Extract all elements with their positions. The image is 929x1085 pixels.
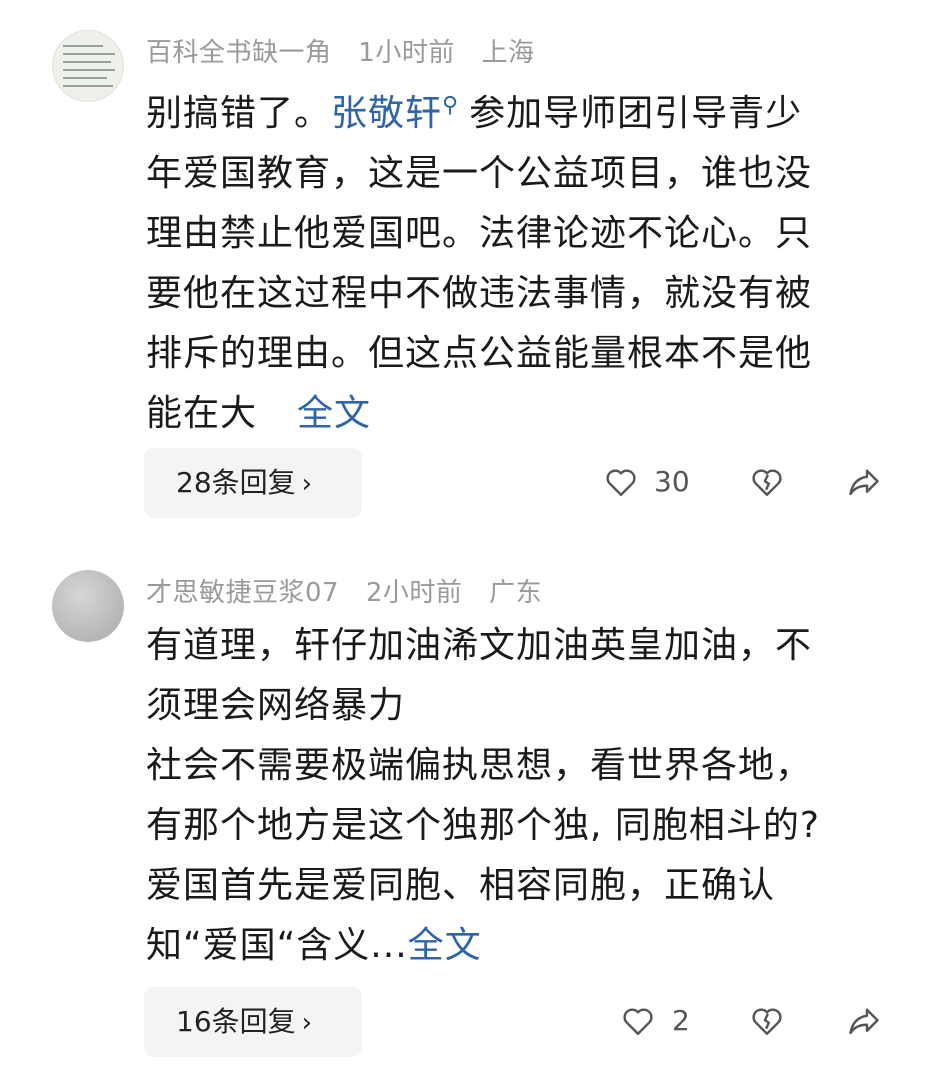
heart-outline-icon: [623, 1008, 653, 1035]
comment-text: 须理会网络暴力: [146, 685, 406, 726]
broken-heart-icon: [752, 1008, 782, 1035]
comment-body: 别搞错了。张敬轩⚲ 参加导师团引导青少 年爱国教育，这是一个公益项目，谁也没 理由…: [146, 76, 896, 444]
like-button[interactable]: [620, 1003, 656, 1043]
comment-meta: 百科全书缺一角 1小时前 上海: [146, 32, 553, 69]
expand-full-text-link[interactable]: 全文: [408, 925, 482, 966]
comment-text: 参加导师团引导青少: [469, 93, 803, 134]
author-name[interactable]: 才思敏捷豆浆07: [146, 578, 339, 608]
comment-text: 能在大: [146, 393, 258, 434]
user-avatar[interactable]: [52, 30, 124, 102]
comment-text: 有道理，轩仔加油浠文加油英皇加油，不: [146, 625, 813, 666]
comment-text: 年爱国教育，这是一个公益项目，谁也没: [146, 153, 813, 194]
share-arrow-icon: [849, 1008, 879, 1035]
chevron-right-icon: ›: [301, 1008, 313, 1038]
user-avatar[interactable]: [52, 570, 124, 642]
expand-full-text-link[interactable]: 全文: [297, 393, 371, 434]
author-name[interactable]: 百科全书缺一角: [146, 38, 332, 68]
share-arrow-icon: [849, 469, 879, 496]
view-replies-button[interactable]: 28条回复 ›: [144, 448, 362, 518]
text-fade: [257, 397, 298, 433]
view-replies-button[interactable]: 16条回复 ›: [144, 987, 362, 1057]
comment-text: 别搞错了。: [146, 93, 332, 134]
search-icon: ⚲: [442, 93, 460, 118]
comment-text: 社会不需要极端偏执思想，看世界各地，: [146, 745, 813, 786]
comment-time: 2小时前: [365, 578, 463, 608]
comment-meta: 才思敏捷豆浆07 2小时前 广东: [146, 572, 560, 609]
reply-count-label: 16条回复: [176, 1005, 296, 1038]
reply-count-label: 28条回复: [176, 466, 296, 499]
like-button[interactable]: [603, 464, 639, 504]
comment-text: 排斥的理由。但这点公益能量根本不是他: [146, 333, 813, 374]
comment-time: 1小时前: [358, 38, 455, 68]
dislike-button[interactable]: [749, 1003, 785, 1043]
comment-location: 广东: [489, 578, 543, 608]
chevron-right-icon: ›: [301, 469, 313, 499]
comment-text: 理由禁止他爱国吧。法律论迹不论心。只: [146, 213, 813, 254]
share-button[interactable]: [846, 1003, 882, 1043]
comment-location: 上海: [481, 38, 535, 68]
comment-text: 要他在这过程中不做违法事情，就没有被: [146, 273, 813, 314]
share-button[interactable]: [846, 464, 882, 504]
mention-link[interactable]: 张敬轩: [331, 93, 442, 134]
comment-body: 有道理，轩仔加油浠文加油英皇加油，不 须理会网络暴力 社会不需要极端偏执思想，看…: [146, 616, 896, 976]
heart-outline-icon: [606, 469, 636, 496]
comment-text: 有那个地方是这个独那个独, 同胞相斗的?: [146, 805, 820, 846]
comment-text: 爱国首先是爱同胞、相容同胞，正确认: [146, 865, 776, 906]
like-count: 2: [672, 1004, 690, 1037]
comment-text: 知“爱国“含义...: [146, 925, 408, 966]
like-count: 30: [654, 465, 690, 498]
dislike-button[interactable]: [749, 464, 785, 504]
broken-heart-icon: [752, 469, 782, 496]
